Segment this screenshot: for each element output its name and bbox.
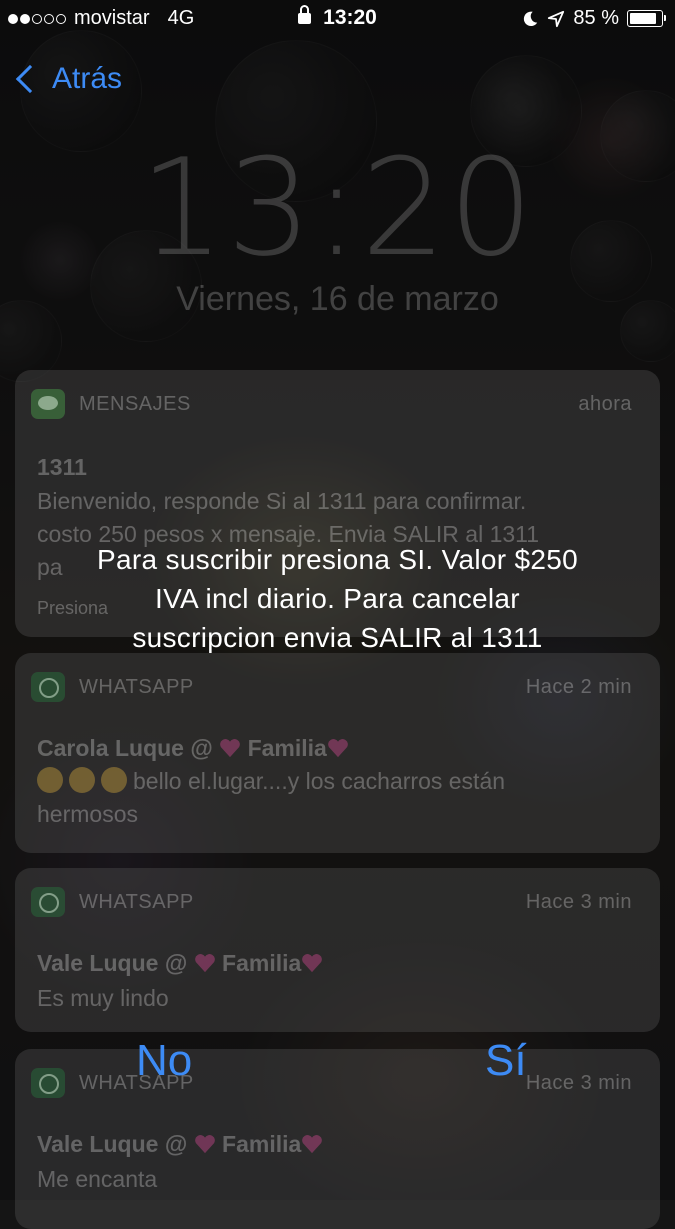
- notification-time: ahora: [578, 392, 632, 415]
- notification-app-name: WHATSAPP: [79, 675, 194, 698]
- heart-eyes-emoji-icon: [101, 767, 127, 793]
- lockscreen-date: Viernes, 16 de marzo: [176, 280, 499, 318]
- notification-card[interactable]: WHATSAPP Hace 3 min Vale Luque @ Familia…: [15, 868, 660, 1032]
- status-time: 13:20: [323, 6, 377, 29]
- whatsapp-icon: [31, 672, 65, 702]
- heart-icon: [302, 954, 323, 973]
- heart-icon: [302, 1135, 323, 1154]
- notification-app-name: WHATSAPP: [79, 890, 194, 913]
- lockscreen-clock: 13:20: [139, 130, 536, 286]
- notification-card[interactable]: WHATSAPP Hace 2 min Carola Luque @ Famil…: [15, 653, 660, 853]
- notification-app-name: MENSAJES: [79, 392, 191, 415]
- heart-icon: [194, 1135, 215, 1154]
- heart-eyes-emoji-icon: [37, 767, 63, 793]
- back-button[interactable]: Atrás: [14, 62, 122, 96]
- chevron-left-icon: [15, 64, 45, 94]
- subscription-prompt: Para suscribir presiona SI. Valor $250 I…: [97, 544, 578, 653]
- notification-body: Me encanta: [37, 1166, 158, 1192]
- heart-icon: [194, 954, 215, 973]
- notification-title: Carola Luque @ Familia: [37, 735, 349, 762]
- notification-title: Vale Luque @ Familia: [37, 1131, 323, 1158]
- heart-eyes-emoji-icon: [69, 767, 95, 793]
- notification-time: Hace 3 min: [525, 890, 632, 913]
- notification-body: bello el.lugar....y los cacharros están …: [37, 767, 506, 827]
- battery-percentage: 85 %: [573, 7, 619, 29]
- whatsapp-icon: [31, 887, 65, 917]
- yes-button[interactable]: Sí: [485, 1036, 527, 1086]
- heart-icon: [220, 739, 241, 758]
- notification-title: 1311: [37, 454, 87, 480]
- back-label: Atrás: [52, 62, 123, 95]
- notification-body: Es muy lindo: [37, 985, 169, 1011]
- whatsapp-icon: [31, 1068, 65, 1098]
- battery-icon: [627, 10, 666, 27]
- notification-title: Vale Luque @ Familia: [37, 950, 323, 977]
- location-arrow-icon: [548, 10, 565, 27]
- heart-icon: [327, 739, 348, 758]
- notification-card[interactable]: WHATSAPP Hace 3 min Vale Luque @ Familia…: [15, 1049, 660, 1229]
- notification-time: Hace 2 min: [525, 675, 632, 698]
- do-not-disturb-moon-icon: [524, 11, 538, 26]
- status-bar: movistar 4G 13:20 85 %: [0, 0, 675, 38]
- no-button[interactable]: No: [136, 1036, 192, 1086]
- messages-icon: [31, 389, 65, 419]
- lock-icon: [298, 5, 312, 24]
- notification-time: Hace 3 min: [525, 1071, 632, 1094]
